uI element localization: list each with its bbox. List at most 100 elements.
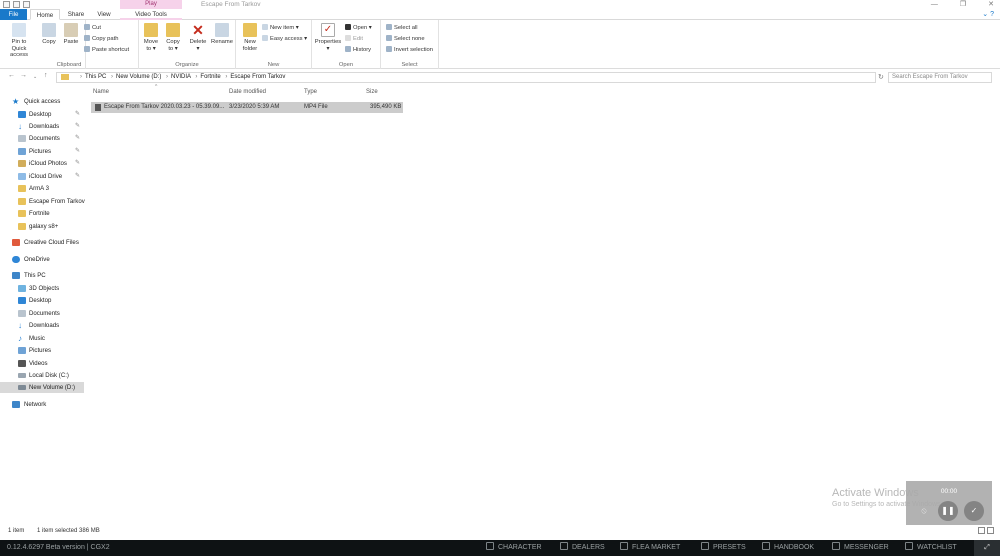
nav-pc-documents[interactable]: Documents	[0, 308, 84, 319]
watchlist-button[interactable]: WATCHLIST	[905, 540, 957, 556]
copy-button[interactable]: Copy	[40, 23, 58, 46]
cut-button[interactable]: Cut	[84, 24, 101, 32]
nav-galaxy-s8[interactable]: galaxy s8+	[0, 221, 84, 232]
properties-qat-icon[interactable]	[3, 1, 10, 8]
paste-shortcut-button[interactable]: Paste shortcut	[84, 46, 129, 54]
nav-downloads[interactable]: ↓ Downloads ✎	[0, 121, 84, 132]
open-button[interactable]: Open ▾	[345, 24, 372, 32]
clipboard-icon	[64, 23, 78, 37]
tab-home[interactable]: Home	[30, 9, 60, 20]
tab-file[interactable]: File	[0, 9, 27, 20]
nav-escape-from-tarkov[interactable]: Escape From Tarkov	[0, 196, 85, 207]
nav-3d-objects[interactable]: 3D Objects	[0, 283, 84, 294]
nav-onedrive[interactable]: OneDrive	[0, 254, 84, 265]
nav-music[interactable]: ♪ Music	[0, 333, 84, 344]
nav-pictures[interactable]: Pictures ✎	[0, 146, 84, 157]
character-button[interactable]: CHARACTER	[486, 540, 542, 556]
history-button[interactable]: History	[345, 46, 371, 54]
column-date-modified[interactable]: Date modified	[229, 87, 266, 98]
breadcrumb-nvidia[interactable]: NVIDIA	[171, 74, 191, 80]
maximize-button[interactable]: ❐	[960, 0, 966, 9]
breadcrumb-new-volume[interactable]: New Volume (D:)	[116, 74, 161, 80]
nav-quick-access[interactable]: ★ Quick access	[0, 96, 84, 107]
nav-desktop[interactable]: Desktop ✎	[0, 109, 84, 120]
details-view-icon[interactable]	[978, 527, 985, 534]
nav-local-disk[interactable]: Local Disk (C:)	[0, 370, 84, 381]
paste-button[interactable]: Paste	[62, 23, 80, 46]
new-folder-button[interactable]: New folder	[240, 23, 260, 52]
nav-fortnite[interactable]: Fortnite	[0, 208, 84, 219]
window-title: Escape From Tarkov	[201, 1, 261, 8]
select-all-button[interactable]: Select all	[386, 24, 418, 32]
messenger-button[interactable]: MESSENGER	[832, 540, 889, 556]
select-none-button[interactable]: Select none	[386, 35, 425, 43]
nav-pc-desktop[interactable]: Desktop	[0, 295, 84, 306]
column-name[interactable]: Name	[93, 87, 109, 98]
ribbon-tabs: File Home Share View Video Tools ⌄ ?	[0, 9, 1000, 20]
breadcrumb-escape-from-tarkov[interactable]: Escape From Tarkov	[230, 74, 285, 80]
properties-button[interactable]: ✓ Properties ▾	[314, 23, 342, 52]
presets-button[interactable]: PRESETS	[701, 540, 746, 556]
flea-market-button[interactable]: FLEA MARKET	[620, 540, 680, 556]
nav-pc-pictures[interactable]: Pictures	[0, 345, 84, 356]
breadcrumb-fortnite[interactable]: Fortnite	[200, 74, 220, 80]
column-type[interactable]: Type	[304, 87, 317, 98]
stop-check-button[interactable]: ✓	[964, 501, 984, 521]
game-menu-bar: 0.12.4.6297 Beta version | CGX2 CHARACTE…	[0, 540, 1000, 556]
refresh-icon[interactable]: ↻	[878, 72, 887, 83]
nav-videos[interactable]: Videos	[0, 358, 84, 369]
invert-selection-icon	[386, 46, 392, 52]
minimize-button[interactable]: —	[931, 0, 938, 9]
copy-path-button[interactable]: Copy path	[84, 35, 118, 43]
nav-documents[interactable]: Documents ✎	[0, 133, 84, 144]
edit-button[interactable]: Edit	[345, 35, 363, 43]
copy-to-button[interactable]: Copy to ▾	[163, 23, 183, 52]
rename-button[interactable]: Rename	[211, 23, 233, 46]
handbook-button[interactable]: HANDBOOK	[762, 540, 814, 556]
search-input[interactable]: Search Escape From Tarkov	[888, 72, 992, 83]
back-arrow-icon[interactable]: ←	[8, 72, 15, 79]
tab-share[interactable]: Share	[63, 9, 89, 20]
new-item-button[interactable]: New item ▾	[262, 24, 299, 32]
tab-view[interactable]: View	[91, 9, 117, 20]
nav-icloud-photos[interactable]: iCloud Photos ✎	[0, 158, 84, 169]
dealers-button[interactable]: DEALERS	[560, 540, 605, 556]
nav-creative-cloud-files[interactable]: Creative Cloud Files	[0, 237, 84, 248]
pin-quick-access-button[interactable]: Pin to Quick access	[4, 23, 34, 59]
delete-button[interactable]: ✕ Delete ▾	[187, 23, 209, 52]
tab-video-tools[interactable]: Video Tools	[120, 9, 182, 20]
file-row[interactable]: Escape From Tarkov 2020.03.23 - 05.39.09…	[91, 102, 403, 113]
column-size[interactable]: Size	[366, 87, 378, 98]
nav-arma-3[interactable]: ArmA 3	[0, 183, 84, 194]
new-folder-qat-icon[interactable]	[13, 1, 20, 8]
move-to-button[interactable]: Move to ▾	[141, 23, 161, 52]
nav-network[interactable]: Network	[0, 399, 84, 410]
video-recording-overlay: 00:00 ⦸ ❚❚ ✓	[906, 481, 992, 525]
breadcrumb-this-pc[interactable]: This PC	[85, 74, 106, 80]
easy-access-button[interactable]: Easy access ▾	[262, 35, 307, 43]
watchlist-icon	[905, 542, 913, 550]
mic-off-icon[interactable]: ⦸	[914, 501, 934, 521]
nav-icloud-drive[interactable]: iCloud Drive ✎	[0, 171, 84, 182]
large-icons-view-icon[interactable]	[987, 527, 994, 534]
new-item-icon	[262, 24, 268, 30]
address-field[interactable]: › This PC › New Volume (D:) › NVIDIA › Fortn…	[56, 72, 876, 83]
desktop-icon	[18, 297, 26, 304]
qat-dropdown-icon[interactable]	[23, 1, 30, 8]
recent-locations-chevron-icon[interactable]: ⌄	[33, 74, 37, 80]
nav-this-pc[interactable]: This PC	[0, 270, 84, 281]
invert-selection-button[interactable]: Invert selection	[386, 46, 433, 54]
open-group-label: Open	[338, 62, 354, 68]
drive-icon	[18, 385, 26, 390]
nav-new-volume[interactable]: New Volume (D:)	[0, 382, 84, 393]
help-icon[interactable]: ⌄ ?	[982, 9, 994, 20]
recording-time: 00:00	[940, 488, 958, 495]
move-to-icon	[144, 23, 158, 37]
nav-pc-downloads[interactable]: ↓ Downloads	[0, 320, 84, 331]
close-button[interactable]: ✕	[988, 0, 994, 9]
up-arrow-icon[interactable]: ↑	[44, 72, 48, 79]
forward-arrow-icon[interactable]: →	[20, 72, 27, 79]
pause-button[interactable]: ❚❚	[938, 501, 958, 521]
copy-icon	[42, 23, 56, 37]
fullscreen-arrows-icon[interactable]: ⤢	[974, 540, 1000, 556]
